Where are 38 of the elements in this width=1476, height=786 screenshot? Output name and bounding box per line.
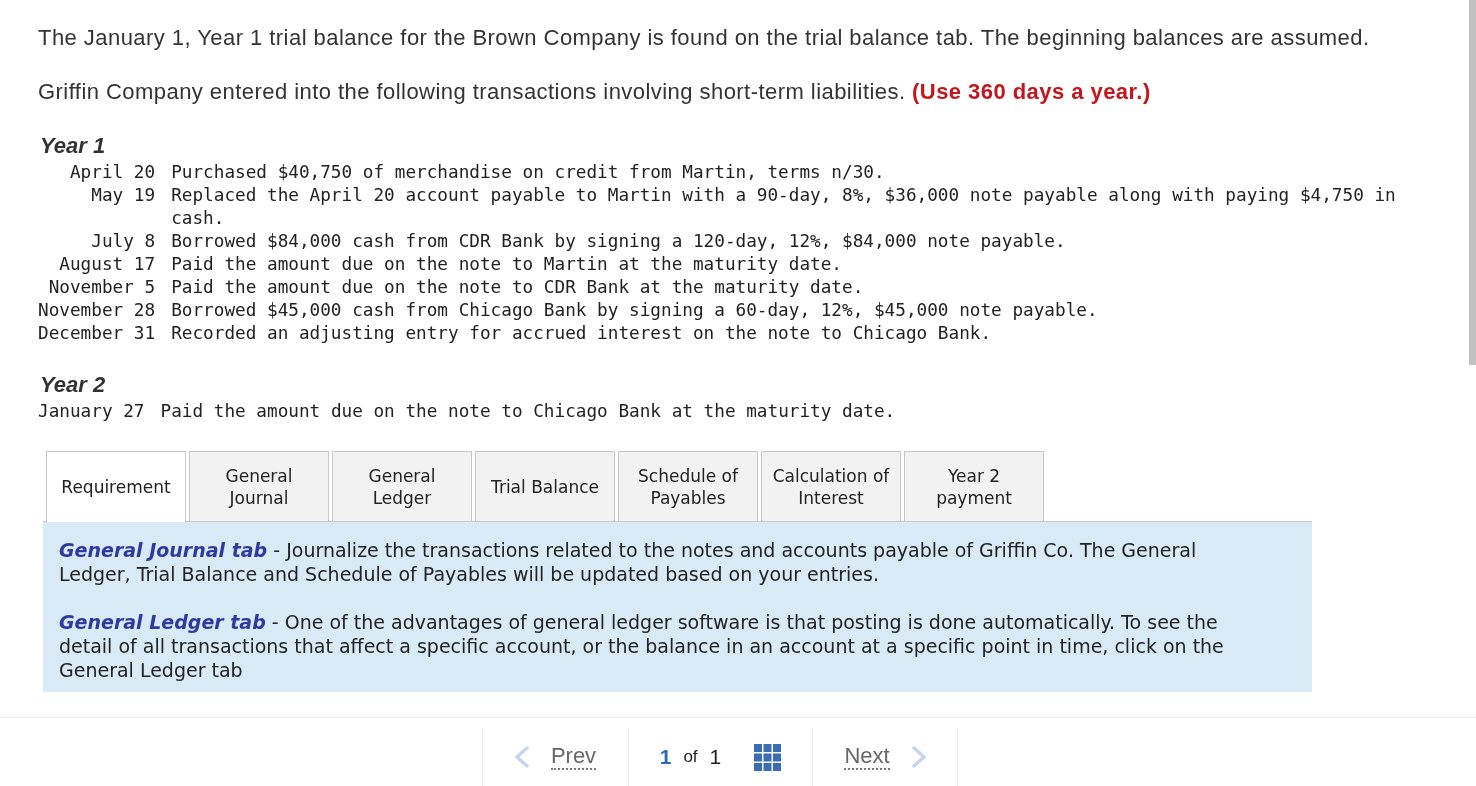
chevron-right-icon [911, 746, 926, 768]
tab[interactable]: General Journal [189, 451, 329, 521]
instruction-text: Griffin Company entered into the following transactions involving short-term liabilities. (Use 360 days a year.) [38, 80, 1152, 104]
transaction-date: November 28 [38, 299, 156, 322]
page-of-text: of [683, 746, 698, 769]
scrollbar-thumb[interactable] [1469, 0, 1476, 365]
transaction-date: July 8 [90, 230, 156, 253]
transaction-description: Purchased $40,750 of merchandise on credit from Martin, terms n/30. [171, 161, 886, 184]
tab[interactable]: General Ledger [332, 451, 472, 521]
transaction-date: May 19 [90, 184, 156, 207]
transaction-date: April 20 [68, 161, 156, 184]
transaction-description: Paid the amount due on the note to Martin at the maturity date. [171, 253, 843, 276]
instruction-text: The January 1, Year 1 trial balance for the Brown Company is found on the trial balance tab. The beginning balances are assumed. [38, 26, 1371, 50]
tab[interactable]: Year 2 payment [904, 451, 1044, 521]
transaction-date: January 27 [38, 400, 145, 423]
page-total: 1 [709, 744, 722, 771]
year-heading: Year 2 [40, 373, 106, 397]
transaction-description: Borrowed $84,000 cash from CDR Bank by signing a 120-day, 12%, $84,000 note payable. [171, 230, 1067, 253]
tab[interactable]: Requirement [46, 451, 186, 522]
transaction-date: August 17 [58, 253, 156, 276]
tab[interactable]: Calculation of Interest [761, 451, 901, 521]
current-page-number: 1 [659, 744, 672, 771]
grid-icon[interactable] [754, 743, 782, 771]
tab[interactable]: Schedule of Payables [618, 451, 758, 521]
tab[interactable]: Trial Balance [475, 451, 615, 521]
tab-description: General Ledger tab - One of the advantages of general ledger software is that posting is done automatically. To see the detail of all transactions that affect a specific account, or the balance in an account at a specific point in time, click on the General Ledger tab [59, 610, 1225, 682]
year-heading: Year 1 [40, 134, 106, 158]
tab-description: General Journal tab - Journalize the transactions related to the notes and accounts payable of Griffin Co. The General Ledger, Trial Balance and Schedule of Payables will be updated based on your entries. [59, 538, 1198, 586]
transaction-description: Replaced the April 20 account payable to Martin with a 90-day, 8%, $36,000 note payable along with paying $4,750 in cash. [171, 184, 1397, 230]
transaction-date: November 5 [47, 276, 156, 299]
prev-link[interactable]: Prev [514, 744, 597, 770]
transaction-description: Paid the amount due on the note to Chicago Bank at the maturity date. [160, 400, 897, 423]
transaction-description: Borrowed $45,000 cash from Chicago Bank by signing a 60-day, 12%, $45,000 note payable. [171, 299, 1099, 322]
transaction-date: December 31 [38, 322, 156, 345]
transaction-description: Paid the amount due on the note to CDR Bank at the maturity date. [171, 276, 865, 299]
transaction-description: Recorded an adjusting entry for accrued interest on the note to Chicago Bank. [171, 322, 993, 345]
next-link[interactable]: Next [844, 744, 926, 770]
chevron-left-icon [514, 746, 529, 768]
